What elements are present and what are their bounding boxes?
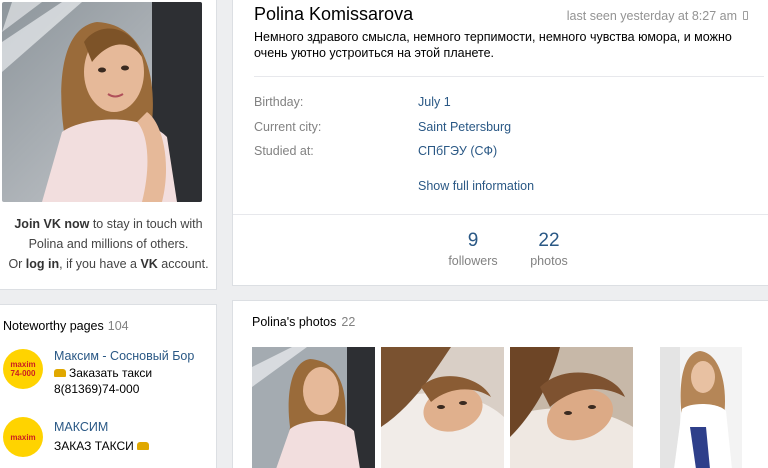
noteworthy-pages-count: 104 <box>107 319 129 333</box>
followers-count: 9 <box>467 230 479 251</box>
join-if-you: , if you have a <box>59 257 141 271</box>
join-line2: Polina and millions of others. <box>28 237 189 251</box>
login-link[interactable]: log in <box>26 257 59 271</box>
divider <box>233 214 768 215</box>
followers-label: followers <box>448 254 498 268</box>
info-label: Current city: <box>254 120 322 134</box>
mobile-phone-icon <box>743 11 748 21</box>
photos-card: Polina's photos 22 <box>232 300 768 468</box>
logo-text: maxim <box>10 360 36 369</box>
noteworthy-pages-header[interactable]: Noteworthy pages 104 <box>3 319 129 333</box>
noteworthy-pages-card: Noteworthy pages 104 maxim 74-000 Максим … <box>0 304 217 468</box>
info-value-link[interactable]: July 1 <box>418 95 451 109</box>
divider <box>254 76 764 77</box>
taxi-icon <box>137 441 150 450</box>
photo-thumbnail[interactable] <box>381 347 504 468</box>
photos-total-count: 22 <box>341 315 356 329</box>
info-value-link[interactable]: Saint Petersburg <box>418 120 511 134</box>
photo-thumbnail[interactable] <box>660 347 742 468</box>
photos-title: Polina's photos <box>252 315 337 329</box>
photos-count: 22 <box>538 230 560 251</box>
taxi-icon <box>54 368 66 377</box>
profile-photo[interactable] <box>2 2 202 202</box>
logo-number: 74-000 <box>10 369 36 378</box>
followers-counter[interactable]: 9 followers <box>433 230 513 268</box>
noteworthy-page-name[interactable]: МАКСИМ <box>54 420 108 434</box>
photo-thumbnail[interactable] <box>252 347 375 468</box>
logo-text: maxim <box>10 432 36 442</box>
profile-name: Polina Komissarova <box>254 4 414 24</box>
info-value-link[interactable]: СПбГЭУ (СФ) <box>418 144 497 158</box>
join-or: Or <box>8 257 26 271</box>
join-vk-text: Join VK now to stay in touch with Polina… <box>0 214 217 274</box>
profile-info-card: Polina Komissarova last seen yesterday a… <box>232 0 768 286</box>
noteworthy-pages-title: Noteworthy pages <box>3 319 104 333</box>
photos-label: photos <box>530 254 568 268</box>
info-label: Studied at: <box>254 144 314 158</box>
show-full-information-link[interactable]: Show full information <box>418 179 534 193</box>
maxim-logo[interactable]: maxim 74-000 <box>3 349 43 389</box>
join-account: account. <box>157 257 209 271</box>
photos-header[interactable]: Polina's photos 22 <box>252 315 355 329</box>
vk-word: VK <box>140 257 158 271</box>
photos-counter[interactable]: 22 photos <box>509 230 589 268</box>
join-vk-link[interactable]: Join VK now <box>14 217 89 231</box>
profile-page: Join VK now to stay in touch with Polina… <box>0 0 768 468</box>
noteworthy-page-desc: Заказать такси <box>54 366 152 380</box>
photo-thumbnail[interactable] <box>510 347 633 468</box>
join-line1-rest: to stay in touch with <box>89 217 203 231</box>
last-seen-status: last seen yesterday at 8:27 am <box>567 9 748 23</box>
info-label: Birthday: <box>254 95 304 109</box>
noteworthy-page-name[interactable]: Максим - Сосновый Бор <box>54 349 194 363</box>
noteworthy-page-desc: ЗАКАЗ ТАКСИ <box>54 439 152 453</box>
maxim-logo[interactable]: maxim <box>3 417 43 457</box>
noteworthy-page-phone: 8(81369)74-000 <box>54 382 140 396</box>
profile-avatar-card: Join VK now to stay in touch with Polina… <box>0 0 217 290</box>
profile-status-text: Немного здравого смысла, немного терпимо… <box>254 30 732 60</box>
